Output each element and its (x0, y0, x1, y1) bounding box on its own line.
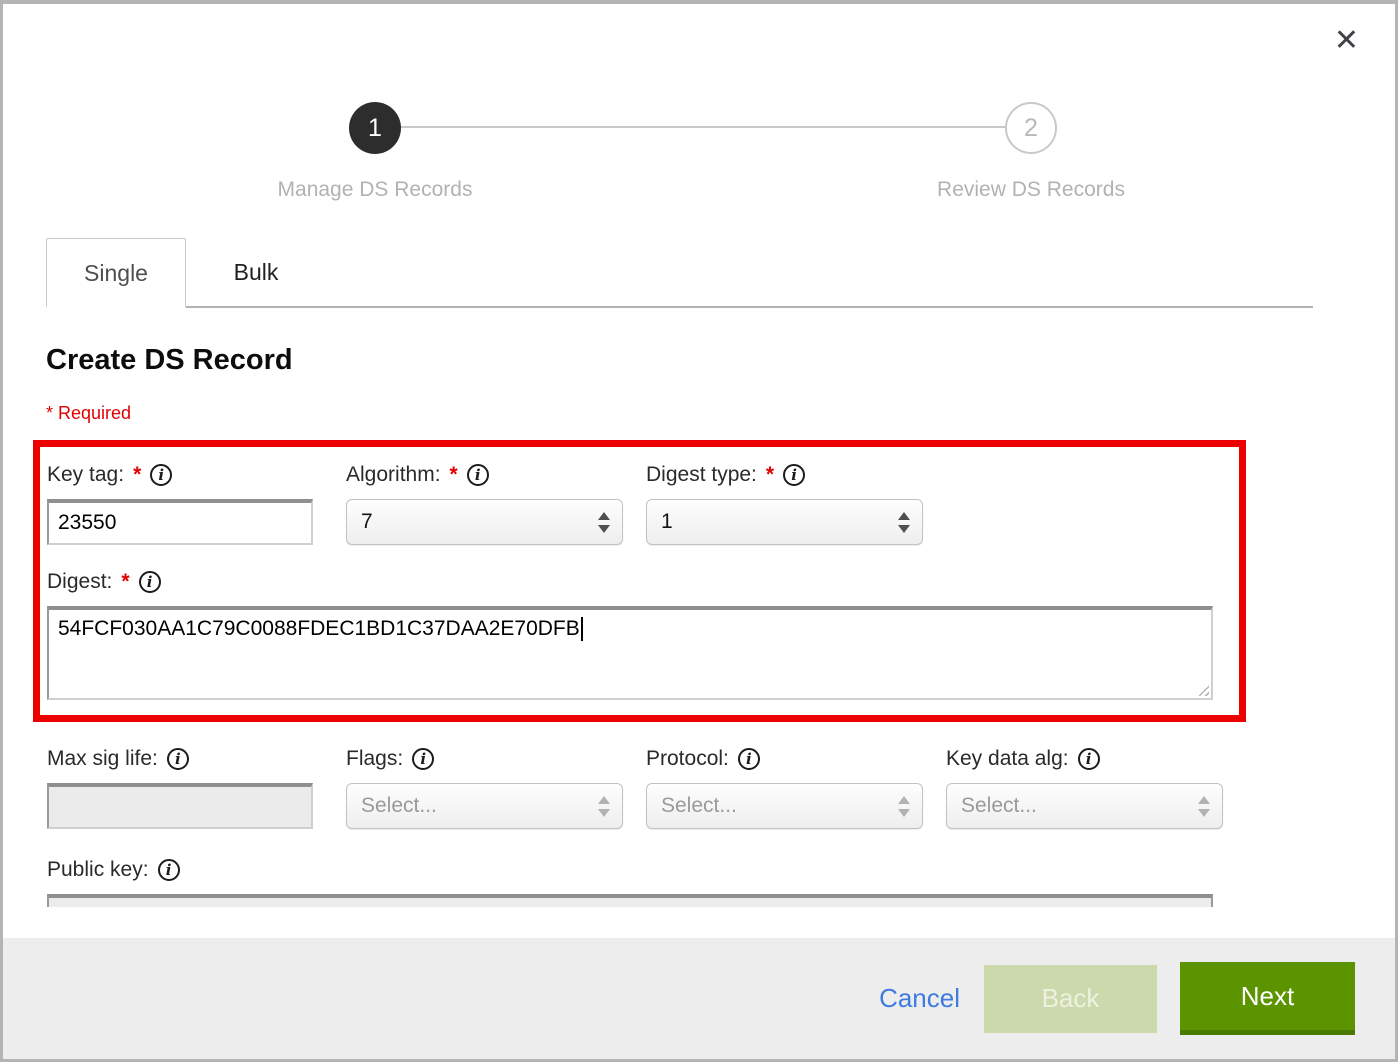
max-sig-life-input[interactable] (47, 783, 313, 829)
resize-handle-icon[interactable] (1194, 681, 1209, 696)
step-label-manage-ds-records: Manage DS Records (175, 178, 575, 202)
protocol-select[interactable]: Select... (646, 783, 923, 829)
public-key-label: Public key: i (47, 855, 1395, 885)
text-caret (581, 617, 583, 641)
highlighted-fields-box: Key tag: * i Algorithm: * i 7 (33, 440, 1246, 722)
public-key-textarea[interactable] (47, 894, 1213, 907)
field-row-1: Key tag: * i Algorithm: * i 7 (47, 460, 1239, 545)
tab-bar: Single Bulk (46, 238, 1313, 308)
protocol-select-value: Select... (661, 794, 898, 818)
protocol-label-text: Protocol: (646, 747, 729, 771)
info-icon[interactable]: i (158, 859, 180, 881)
max-sig-life-label: Max sig life: i (47, 744, 313, 774)
wizard-stepper: 1 2 Manage DS Records Review DS Records (3, 4, 1395, 238)
flags-label-text: Flags: (346, 747, 403, 771)
required-asterisk: * (766, 463, 774, 487)
flags-select[interactable]: Select... (346, 783, 623, 829)
public-key-textarea-clipped (47, 894, 1213, 907)
flags-select-value: Select... (361, 794, 598, 818)
digest-type-select[interactable]: 1 (646, 499, 923, 545)
key-data-alg-select-value: Select... (961, 794, 1198, 818)
digest-field-group: Digest: * i 54FCF030AA1C79C0088FDEC1BD1C… (47, 567, 1239, 700)
public-key-field-group: Public key: i (47, 855, 1395, 907)
key-tag-label-text: Key tag: (47, 463, 124, 487)
required-asterisk: * (133, 463, 141, 487)
step-circle-1: 1 (349, 102, 401, 154)
algorithm-select-value: 7 (361, 510, 598, 534)
info-icon[interactable]: i (1078, 748, 1100, 770)
digest-type-select-value: 1 (661, 510, 898, 534)
protocol-field-group: Protocol: i Select... (646, 744, 923, 829)
select-arrows-icon (1198, 796, 1210, 817)
select-arrows-icon (898, 512, 910, 533)
dialog-footer: Cancel Back Next (3, 938, 1395, 1059)
algorithm-label-text: Algorithm: (346, 463, 441, 487)
select-arrows-icon (598, 796, 610, 817)
info-icon[interactable]: i (139, 571, 161, 593)
required-asterisk: * (121, 570, 129, 594)
key-tag-label: Key tag: * i (47, 460, 313, 490)
page-title: Create DS Record (46, 344, 1395, 377)
select-arrows-icon (898, 796, 910, 817)
key-tag-field-group: Key tag: * i (47, 460, 313, 545)
info-icon[interactable]: i (467, 464, 489, 486)
select-arrows-icon (598, 512, 610, 533)
digest-type-field-group: Digest type: * i 1 (646, 460, 923, 545)
algorithm-field-group: Algorithm: * i 7 (346, 460, 623, 545)
public-key-label-text: Public key: (47, 858, 149, 882)
digest-textarea[interactable]: 54FCF030AA1C79C0088FDEC1BD1C37DAA2E70DFB (47, 606, 1213, 700)
info-icon[interactable]: i (738, 748, 760, 770)
step-circle-2: 2 (1005, 102, 1057, 154)
cancel-button[interactable]: Cancel (879, 983, 960, 1014)
required-note: * Required (46, 403, 1395, 424)
digest-type-label: Digest type: * i (646, 460, 923, 490)
algorithm-label: Algorithm: * i (346, 460, 623, 490)
algorithm-select[interactable]: 7 (346, 499, 623, 545)
digest-value: 54FCF030AA1C79C0088FDEC1BD1C37DAA2E70DFB (58, 617, 580, 640)
tab-single[interactable]: Single (46, 238, 186, 308)
required-asterisk: * (450, 463, 458, 487)
protocol-label: Protocol: i (646, 744, 923, 774)
step-label-review-ds-records: Review DS Records (831, 178, 1231, 202)
max-sig-life-label-text: Max sig life: (47, 747, 158, 771)
key-data-alg-select[interactable]: Select... (946, 783, 1223, 829)
create-ds-record-dialog: ✕ 1 2 Manage DS Records Review DS Record… (0, 0, 1398, 1062)
field-row-2: Max sig life: i Flags: i Select... Proto… (47, 744, 1395, 829)
digest-type-label-text: Digest type: (646, 463, 757, 487)
footer-actions: Cancel Back Next (879, 962, 1355, 1035)
key-tag-input[interactable] (47, 499, 313, 545)
tab-bulk[interactable]: Bulk (186, 238, 326, 306)
max-sig-life-field-group: Max sig life: i (47, 744, 313, 829)
next-button[interactable]: Next (1180, 962, 1355, 1035)
key-data-alg-label-text: Key data alg: (946, 747, 1069, 771)
flags-field-group: Flags: i Select... (346, 744, 623, 829)
key-data-alg-label: Key data alg: i (946, 744, 1223, 774)
digest-label-text: Digest: (47, 570, 112, 594)
stepper-connector-line (401, 126, 1005, 128)
key-data-alg-field-group: Key data alg: i Select... (946, 744, 1223, 829)
info-icon[interactable]: i (783, 464, 805, 486)
flags-label: Flags: i (346, 744, 623, 774)
digest-label: Digest: * i (47, 567, 1239, 597)
info-icon[interactable]: i (167, 748, 189, 770)
back-button[interactable]: Back (984, 965, 1157, 1033)
info-icon[interactable]: i (150, 464, 172, 486)
info-icon[interactable]: i (412, 748, 434, 770)
